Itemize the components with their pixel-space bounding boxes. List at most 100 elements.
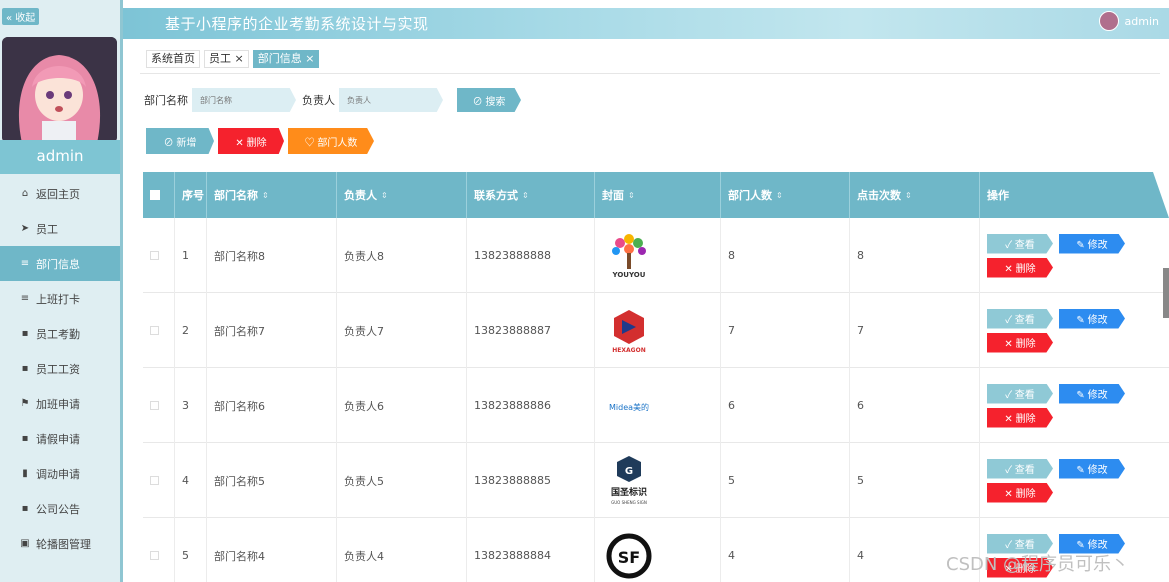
col-header-head[interactable]: 负责人 ⇕ <box>337 172 467 218</box>
sidebar-item-leave[interactable]: ▪ 请假申请 <box>0 421 120 456</box>
row-checkbox[interactable] <box>150 401 159 410</box>
sidebar-item-home[interactable]: ⌂ 返回主页 <box>0 176 120 211</box>
row-checkbox[interactable] <box>150 251 159 260</box>
row-delete-button[interactable]: ✕ 删除 <box>987 332 1053 353</box>
top-header: 基于小程序的企业考勤系统设计与实现 admin <box>123 8 1169 39</box>
sidebar-item-overtime[interactable]: ⚑ 加班申请 <box>0 386 120 421</box>
view-button[interactable]: ✓ 查看 <box>987 383 1053 404</box>
head-cell: 负责人6 <box>344 399 384 413</box>
sidebar-item-salary[interactable]: ▪ 员工工资 <box>0 351 120 386</box>
action-bar: ⊘ 新增 ✕ 删除 ♡ 部门人数 <box>146 128 374 154</box>
sidebar-item-transfer[interactable]: ▮ 调动申请 <box>0 456 120 491</box>
logo-text: YOUYOU <box>612 271 646 279</box>
list-icon: ≡ <box>20 293 30 304</box>
table-cell: 5 <box>175 518 207 582</box>
select-all-checkbox[interactable] <box>150 190 160 200</box>
table-row: 4 部门名称5 负责人5 13823888885 G 国圣标识 GUO SHENG SIGN… <box>143 443 1169 518</box>
home-icon: ⌂ <box>21 188 29 199</box>
dept-name-label: 部门名称 <box>144 94 188 107</box>
dept-name-cell: 部门名称7 <box>214 324 265 338</box>
scrollbar[interactable] <box>1163 268 1169 318</box>
view-button[interactable]: ✓ 查看 <box>987 233 1053 254</box>
dept-name-input[interactable] <box>192 88 296 112</box>
row-number: 4 <box>182 474 189 487</box>
select-all-cell <box>143 172 175 218</box>
collapse-button[interactable]: « 收起 <box>2 8 40 25</box>
table-cell: 部门名称6 <box>207 368 337 443</box>
sidebar-item-employee[interactable]: ➤ 员工 <box>0 211 120 246</box>
sort-icon: ⇕ <box>381 190 388 200</box>
table-cell: 部门名称5 <box>207 443 337 518</box>
cover-image-sf-logo: SF <box>602 529 656 582</box>
dept-name-cell: 部门名称8 <box>214 249 265 263</box>
row-checkbox[interactable] <box>150 326 159 335</box>
sidebar-item-label: 请假申请 <box>36 432 80 446</box>
table-cell: 13823888885 <box>467 443 595 518</box>
delete-button[interactable]: ✕ 删除 <box>218 128 284 154</box>
clicks-cell: 7 <box>857 324 864 337</box>
dept-name-cell: 部门名称6 <box>214 399 265 413</box>
edit-button[interactable]: ✎ 修改 <box>1059 308 1125 329</box>
tab-department[interactable]: 部门信息 × <box>252 50 320 68</box>
sidebar-menu: ⌂ 返回主页 ➤ 员工 ≡ 部门信息 ≡ 上班打卡 ▪ 员工考勤 ▪ 员工工资 ⚑ 加班申请 … <box>0 176 120 561</box>
grid-icon: ▪ <box>21 433 29 444</box>
tab-home[interactable]: 系统首页 <box>146 50 200 68</box>
col-header-no: 序号 <box>175 172 207 218</box>
table-cell: 5 <box>850 443 980 518</box>
view-button[interactable]: ✓ 查看 <box>987 308 1053 329</box>
head-input[interactable] <box>339 88 443 112</box>
col-header-cover[interactable]: 封面 ⇕ <box>595 172 721 218</box>
send-icon: ➤ <box>20 223 30 234</box>
col-header-phone[interactable]: 联系方式 ⇕ <box>467 172 595 218</box>
table-cell: 4 <box>721 518 850 582</box>
svg-text:G: G <box>625 466 633 477</box>
divider <box>140 73 1160 74</box>
sidebar-item-carousel[interactable]: ▣ 轮播图管理 <box>0 526 120 561</box>
sidebar-item-notice[interactable]: ▪ 公司公告 <box>0 491 120 526</box>
row-number: 5 <box>182 549 189 562</box>
row-delete-button[interactable]: ✕ 删除 <box>987 407 1053 428</box>
col-header-clicks[interactable]: 点击次数 ⇕ <box>850 172 980 218</box>
user-avatar <box>1098 11 1119 31</box>
row-checkbox[interactable] <box>150 476 159 485</box>
view-button[interactable]: ✓ 查看 <box>987 458 1053 479</box>
col-header-name[interactable]: 部门名称 ⇕ <box>207 172 337 218</box>
row-delete-button[interactable]: ✕ 删除 <box>987 482 1053 503</box>
add-button[interactable]: ⊘ 新增 <box>146 128 214 154</box>
cover-image-youyou-logo: YOUYOU <box>602 229 656 283</box>
sidebar-item-clock-in[interactable]: ≡ 上班打卡 <box>0 281 120 316</box>
logo-subtext: GUO SHENG SIGN <box>611 500 647 505</box>
row-delete-button[interactable]: ✕ 删除 <box>987 257 1053 278</box>
sidebar-item-label: 部门信息 <box>36 257 80 271</box>
table-cell: 5 <box>721 443 850 518</box>
edit-button[interactable]: ✎ 修改 <box>1059 383 1125 404</box>
search-button[interactable]: ⊘ 搜索 <box>457 88 521 112</box>
col-header-count[interactable]: 部门人数 ⇕ <box>721 172 850 218</box>
table-cell: 7 <box>721 293 850 368</box>
col-header-label: 部门名称 <box>214 189 258 202</box>
head-cell: 负责人4 <box>344 549 384 563</box>
count-cell: 8 <box>728 249 735 262</box>
breadcrumb-tabs: 系统首页 员工 × 部门信息 × <box>146 50 320 68</box>
user-menu[interactable]: admin <box>1098 11 1159 31</box>
tab-employee[interactable]: 员工 × <box>204 50 249 68</box>
dept-count-button[interactable]: ♡ 部门人数 <box>288 128 374 154</box>
table-cell: 部门名称7 <box>207 293 337 368</box>
sidebar-item-attendance[interactable]: ▪ 员工考勤 <box>0 316 120 351</box>
table-cell <box>143 518 175 582</box>
edit-button[interactable]: ✎ 修改 <box>1059 458 1125 479</box>
count-cell: 4 <box>728 549 735 562</box>
table-cell: YOUYOU <box>595 218 721 293</box>
edit-button[interactable]: ✎ 修改 <box>1059 233 1125 254</box>
bar-chart-icon: ▮ <box>22 468 28 479</box>
sidebar-item-department[interactable]: ≡ 部门信息 <box>0 246 120 281</box>
sidebar-username: admin <box>36 147 84 165</box>
dept-name-cell: 部门名称5 <box>214 474 265 488</box>
table-cell: 13823888887 <box>467 293 595 368</box>
row-checkbox[interactable] <box>150 551 159 560</box>
col-header-label: 部门人数 <box>728 189 772 202</box>
sort-icon: ⇕ <box>262 190 269 200</box>
grid-icon: ▪ <box>21 503 29 514</box>
table-row: 1 部门名称8 负责人8 13823888888 YOUYOU 8 8 ✓ 查看 ✎ 修改 ✕ 删… <box>143 218 1169 293</box>
head-cell: 负责人7 <box>344 324 384 338</box>
